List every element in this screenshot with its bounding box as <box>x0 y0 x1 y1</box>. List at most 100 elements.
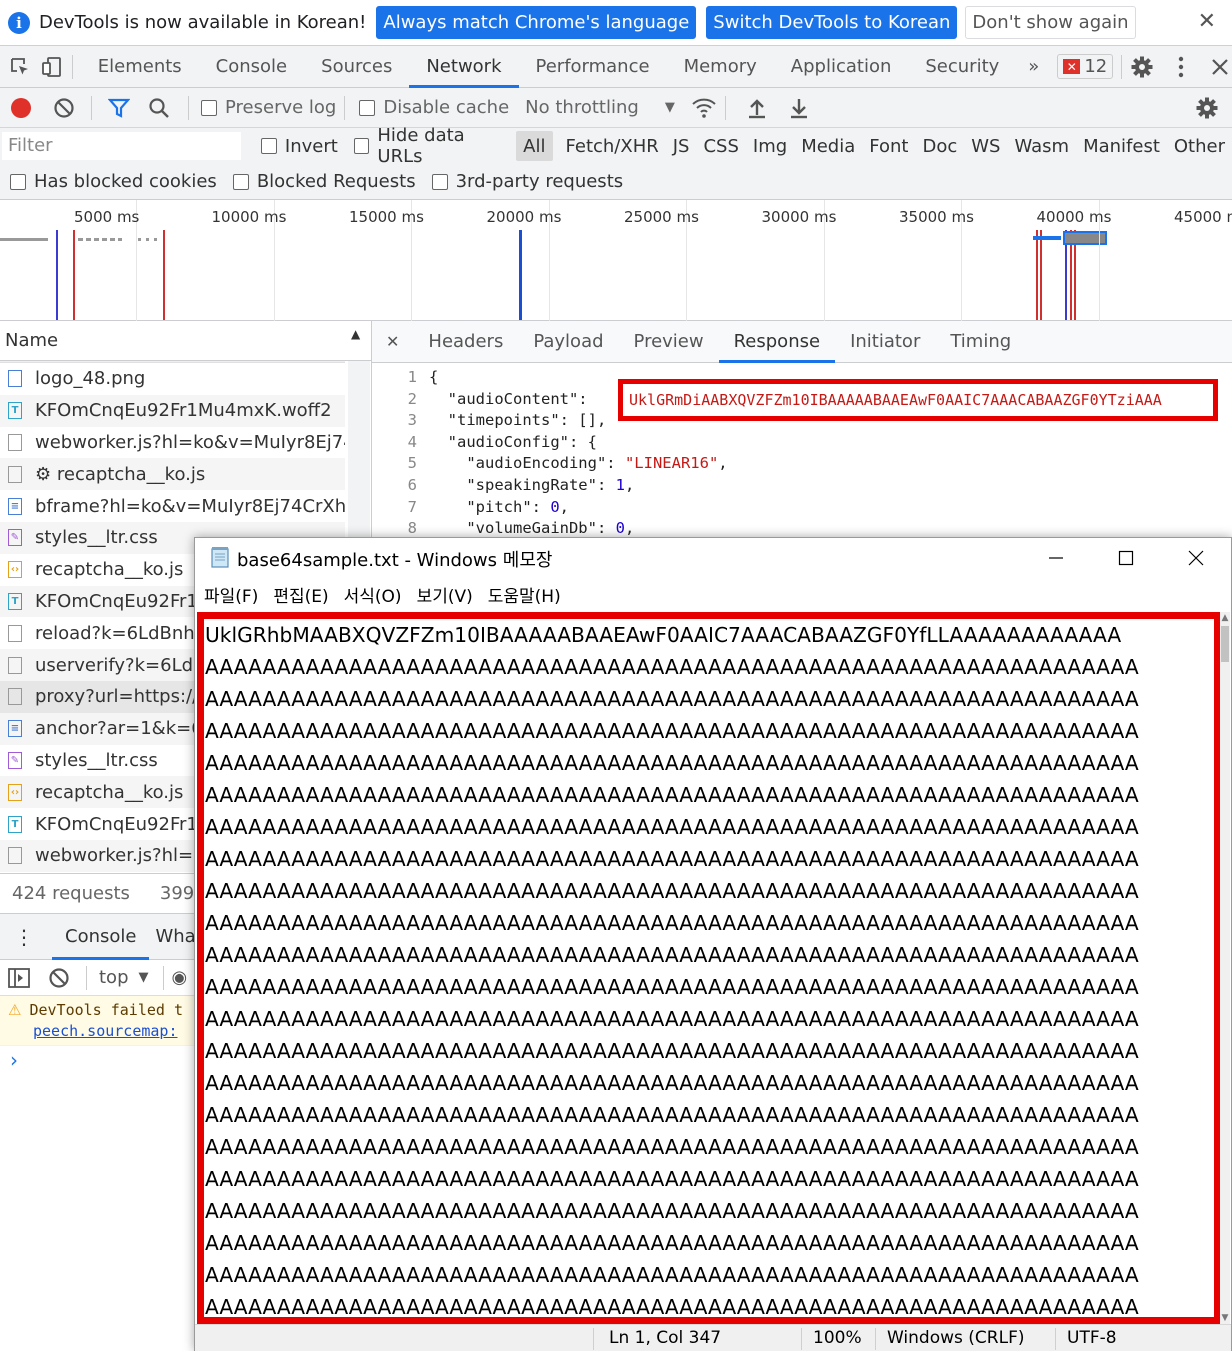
filter-input[interactable]: Filter <box>2 132 241 160</box>
switch-to-korean-button[interactable]: Switch DevTools to Korean <box>706 6 958 39</box>
maximize-icon[interactable] <box>1091 538 1161 578</box>
text-line: AAAAAAAAAAAAAAAAAAAAAAAAAAAAAAAAAAAAAAAA… <box>205 751 1139 775</box>
line-number: 4 <box>407 432 417 451</box>
detail-tab-timing[interactable]: Timing <box>935 321 1026 363</box>
sourcemap-link[interactable]: peech.sourcemap: <box>8 1021 200 1042</box>
close-devtools-icon[interactable] <box>1208 54 1232 80</box>
tab-sources[interactable]: Sources <box>304 46 409 88</box>
code-line: 5 "audioEncoding": "LINEAR16", <box>372 453 1232 475</box>
show-sidebar-icon[interactable] <box>6 965 32 991</box>
hide-data-urls-checkbox[interactable]: Hide data URLs <box>353 125 511 167</box>
has-blocked-cookies-checkbox[interactable]: Has blocked cookies <box>10 171 217 192</box>
error-count-badge[interactable]: ✕ 12 <box>1057 54 1114 79</box>
code-token: { <box>429 368 439 386</box>
search-icon[interactable] <box>146 95 172 121</box>
notepad-menu-item[interactable]: 편집(E) <box>273 582 328 607</box>
network-overview-timeline[interactable]: 5000 ms 10000 ms 15000 ms 20000 ms 25000 ms 3… <box>0 200 1232 321</box>
chevron-down-icon[interactable]: ▼ <box>665 100 675 115</box>
request-count: 424 requests <box>12 883 130 904</box>
tab-application[interactable]: Application <box>774 46 909 88</box>
detail-tab-preview[interactable]: Preview <box>619 321 719 363</box>
third-party-requests-checkbox[interactable]: 3rd-party requests <box>431 171 623 192</box>
request-row[interactable]: T KFOmCnqEu92Fr1Mu4mxK.woff2 <box>0 394 345 427</box>
filter-type-font[interactable]: Font <box>862 131 915 161</box>
tab-network[interactable]: Network <box>409 46 519 88</box>
drawer-menu-icon[interactable]: ⋮ <box>14 925 34 949</box>
error-icon: ✕ <box>1063 59 1081 74</box>
filter-type-all[interactable]: All <box>516 131 553 161</box>
scroll-down-arrow[interactable]: ▼ <box>1220 1312 1230 1324</box>
filter-type-ws[interactable]: WS <box>964 131 1007 161</box>
settings-gear-icon[interactable] <box>1130 54 1154 80</box>
filter-type-other[interactable]: Other <box>1167 131 1232 161</box>
notepad-menu-item[interactable]: 파일(F) <box>204 582 258 607</box>
tab-console[interactable]: Console <box>52 914 150 960</box>
filter-type-wasm[interactable]: Wasm <box>1007 131 1076 161</box>
filter-type-doc[interactable]: Doc <box>915 131 964 161</box>
preserve-log-checkbox[interactable]: Preserve log <box>201 97 336 118</box>
filter-type-media[interactable]: Media <box>794 131 862 161</box>
notepad-menu-item[interactable]: 서식(O) <box>344 582 402 607</box>
clear-icon[interactable] <box>51 95 77 121</box>
code-line: 6 "speakingRate": 1, <box>372 475 1232 497</box>
close-icon[interactable] <box>1161 538 1231 578</box>
import-har-icon[interactable] <box>744 95 770 121</box>
request-row[interactable]: ⚙ recaptcha__ko.js <box>0 458 345 491</box>
notepad-menu-item[interactable]: 도움말(H) <box>488 582 561 607</box>
detail-tab-response[interactable]: Response <box>718 321 836 363</box>
dont-show-again-button[interactable]: Don't show again <box>965 6 1136 39</box>
name-column-header[interactable]: Name ▲ <box>0 321 371 361</box>
network-conditions-wifi-icon[interactable] <box>691 95 717 121</box>
code-token: "pitch": <box>429 497 551 516</box>
request-row[interactable]: ≡ bframe?hl=ko&v=MuIyr8Ej74CrXhJDQy <box>0 490 345 522</box>
disable-cache-checkbox[interactable]: Disable cache <box>359 97 509 118</box>
detail-tab-payload[interactable]: Payload <box>518 321 618 363</box>
clear-console-icon[interactable] <box>46 965 72 991</box>
filter-type-js[interactable]: JS <box>666 131 697 161</box>
more-tabs-button[interactable]: » <box>1016 46 1051 88</box>
request-bar <box>138 238 158 241</box>
detail-tab-headers[interactable]: Headers <box>413 321 518 363</box>
request-row[interactable]: logo_48.png <box>0 363 345 395</box>
minimize-icon[interactable] <box>1021 538 1091 578</box>
overview-tick-label: 30000 ms <box>761 208 837 226</box>
infobar-close-icon[interactable]: ✕ <box>1198 9 1216 34</box>
line-number: 2 <box>407 389 417 408</box>
filter-type-fetchxhr[interactable]: Fetch/XHR <box>559 131 666 161</box>
filter-type-manifest[interactable]: Manifest <box>1076 131 1167 161</box>
overview-tick-label: 45000 ms <box>1174 208 1232 226</box>
export-har-icon[interactable] <box>786 95 812 121</box>
notepad-scrollbar[interactable]: ▲ ▼ <box>1220 612 1230 1324</box>
scrollbar-thumb[interactable] <box>1221 626 1229 662</box>
request-name: logo_48.png <box>35 368 146 390</box>
notepad-menu-item[interactable]: 보기(V) <box>417 582 473 607</box>
text-line: AAAAAAAAAAAAAAAAAAAAAAAAAAAAAAAAAAAAAAAA… <box>205 879 1139 903</box>
tab-performance[interactable]: Performance <box>519 46 667 88</box>
record-button[interactable] <box>11 97 31 118</box>
tab-console[interactable]: Console <box>199 46 304 88</box>
chevron-down-icon[interactable]: ▼ <box>139 970 149 985</box>
tab-security[interactable]: Security <box>908 46 1016 88</box>
blocked-requests-checkbox[interactable]: Blocked Requests <box>232 171 416 192</box>
live-expression-eye-icon[interactable]: ◉ <box>172 967 188 988</box>
filter-type-img[interactable]: Img <box>746 131 794 161</box>
filter-type-css[interactable]: CSS <box>696 131 745 161</box>
tab-memory[interactable]: Memory <box>667 46 774 88</box>
scroll-up-arrow[interactable]: ▲ <box>1220 612 1230 624</box>
tab-elements[interactable]: Elements <box>81 46 199 88</box>
invert-checkbox[interactable]: Invert <box>260 136 338 157</box>
detail-tab-initiator[interactable]: Initiator <box>835 321 935 363</box>
notepad-text-area[interactable]: UklGRhbMAABXQVZFZm10IBAAAAABAAEAwF0AAIC7… <box>197 612 1221 1324</box>
device-toolbar-icon[interactable] <box>40 54 64 80</box>
always-match-language-button[interactable]: Always match Chrome's language <box>376 6 697 39</box>
close-detail-icon[interactable]: ✕ <box>372 332 413 351</box>
network-settings-gear-icon[interactable] <box>1194 95 1220 121</box>
console-prompt[interactable]: › <box>0 1046 200 1072</box>
more-options-icon[interactable] <box>1169 54 1193 80</box>
hide-data-urls-label: Hide data URLs <box>377 125 465 167</box>
filter-funnel-icon[interactable] <box>106 95 132 121</box>
throttling-select[interactable]: No throttling <box>525 97 639 118</box>
request-row[interactable]: webworker.js?hl=ko&v=MuIyr8Ej74CrX <box>0 427 345 459</box>
context-select[interactable]: top <box>99 967 129 988</box>
inspect-element-icon[interactable] <box>8 54 32 80</box>
